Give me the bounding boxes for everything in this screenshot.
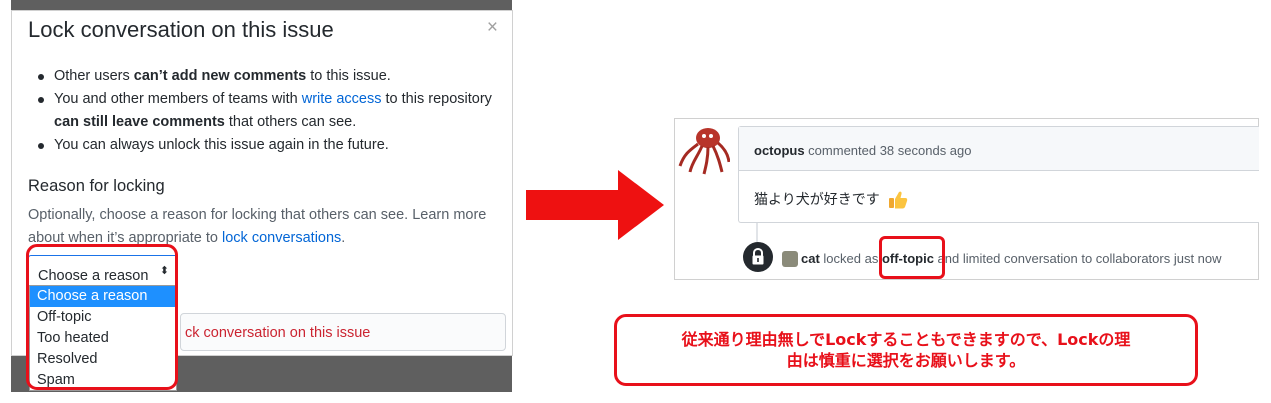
cat-avatar [782, 251, 798, 267]
lock-icon [752, 247, 764, 265]
comment-author-link[interactable]: octopus [754, 143, 805, 158]
highlight-select-outline [26, 244, 178, 390]
notice-callout: 従来通り理由無しでLockすることもできますので、Lockの理 由は慎重に選択を… [614, 314, 1198, 386]
lock-effects-list: Other users can’t add new comments to th… [34, 65, 499, 157]
lock-conversations-link[interactable]: lock conversations [222, 230, 341, 246]
lock-event-badge [743, 242, 773, 272]
write-access-link[interactable]: write access [302, 91, 382, 107]
dialog-title: Lock conversation on this issue [28, 17, 334, 42]
highlight-reason-outline [879, 236, 945, 279]
event-actor-link[interactable]: cat [801, 251, 820, 266]
timeline-connector [756, 223, 758, 243]
arrow-right-icon [526, 170, 664, 240]
reason-heading: Reason for locking [28, 177, 165, 195]
notice-line-2: 由は慎重に選択をお願いします。 [786, 351, 1026, 370]
list-item: You can always unlock this issue again i… [34, 134, 499, 157]
thumbs-up-icon [889, 191, 908, 209]
comment-header: octopus commented 38 seconds ago [739, 127, 1259, 171]
lock-event-text: cat locked as off-topic and limited conv… [801, 251, 1222, 266]
lock-button-label: ck conversation on this issue [185, 325, 371, 341]
comment-card: octopus commented 38 seconds ago 猫より犬が好き… [738, 126, 1259, 223]
list-item: You and other members of teams with writ… [34, 88, 499, 134]
list-item: Other users can’t add new comments to th… [34, 65, 499, 88]
comment-body: 猫より犬が好きです [754, 189, 908, 210]
notice-line-1: 従来通り理由無しでLockすることもできますので、Lockの理 [681, 330, 1131, 349]
lock-conversation-button[interactable]: ck conversation on this issue [180, 313, 506, 351]
comment-timestamp: commented 38 seconds ago [804, 143, 972, 158]
close-icon[interactable]: × [487, 17, 498, 39]
octopus-avatar [678, 128, 730, 175]
